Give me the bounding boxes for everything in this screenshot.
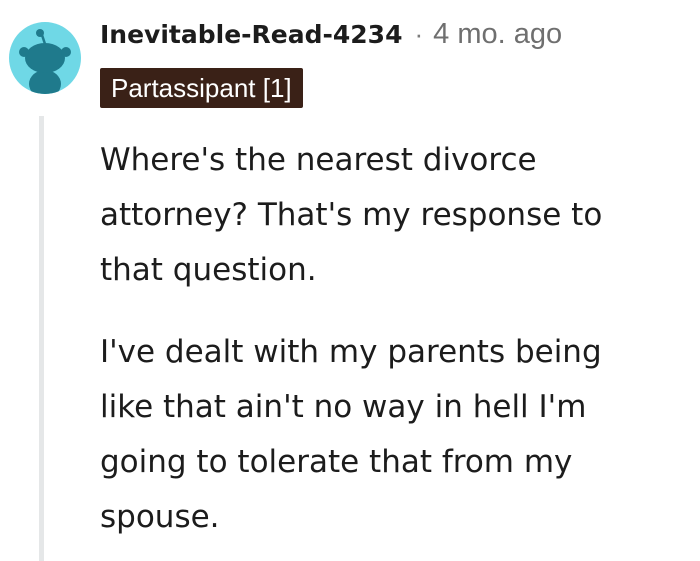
user-flair-badge: Partassipant [1] bbox=[100, 68, 303, 108]
comment: Inevitable-Read-4234 · 4 mo. ago Partass… bbox=[0, 0, 700, 561]
comment-text-line: like that ain't no way in hell I'm bbox=[100, 389, 587, 425]
username-link[interactable]: Inevitable-Read-4234 bbox=[100, 20, 402, 49]
meta-separator: · bbox=[414, 18, 424, 49]
reddit-snoo-icon bbox=[19, 29, 71, 94]
comment-text-line: spouse. bbox=[100, 499, 220, 535]
comment-paragraph: Where's the nearest divorce attorney? Th… bbox=[100, 133, 690, 298]
timestamp-link[interactable]: 4 mo. ago bbox=[433, 18, 562, 51]
comment-body: Where's the nearest divorce attorney? Th… bbox=[100, 133, 690, 545]
thread-line[interactable] bbox=[39, 116, 44, 561]
comment-text-line: I've dealt with my parents being bbox=[100, 334, 602, 370]
comment-text-line: attorney? That's my response to bbox=[100, 197, 603, 233]
comment-header: Inevitable-Read-4234 · 4 mo. ago bbox=[100, 14, 562, 54]
comment-text-line: that question. bbox=[100, 252, 317, 288]
avatar[interactable] bbox=[9, 22, 81, 94]
comment-text-line: going to tolerate that from my bbox=[100, 444, 573, 480]
comment-paragraph: I've dealt with my parents being like th… bbox=[100, 325, 690, 545]
comment-text-line: Where's the nearest divorce bbox=[100, 142, 537, 178]
